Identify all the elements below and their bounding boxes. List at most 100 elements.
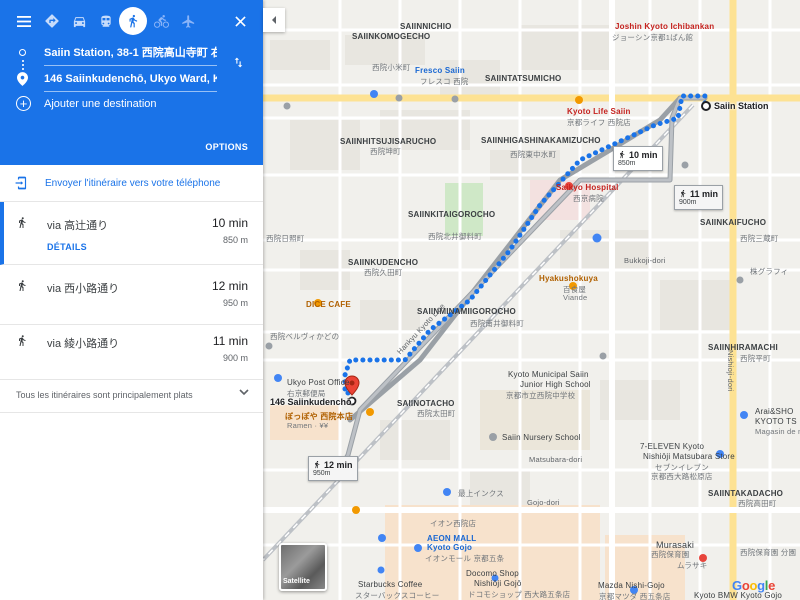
- poi-label[interactable]: Ramen · ¥¥: [287, 421, 328, 430]
- walk-icon: [620, 151, 625, 159]
- directions-panel: Saiin Station, 38-1 西院高山寺町 右京区 146 Saiin…: [0, 0, 263, 600]
- poi-label[interactable]: 西京病院: [573, 193, 604, 204]
- add-destination-button[interactable]: + Ajouter une destination: [16, 96, 157, 111]
- poi-label[interactable]: Viande: [563, 293, 587, 302]
- poi-label[interactable]: Hyakushokuya: [539, 274, 598, 283]
- poi-label[interactable]: 最上インクス: [458, 488, 504, 499]
- route-callout-alt[interactable]: 11 min 900m: [674, 185, 724, 210]
- collapse-panel-button[interactable]: [263, 8, 285, 32]
- menu-icon: [17, 15, 31, 27]
- route-option[interactable]: via 綾小路通り 11 min 900 m: [0, 320, 263, 380]
- map-label-neighborhood: SAIINKUDENCHO: [348, 258, 419, 267]
- poi-label[interactable]: Starbucks Coffee: [358, 580, 422, 589]
- origin-marker[interactable]: [701, 101, 711, 111]
- poi-label[interactable]: Kyoto Gojo: [427, 543, 472, 552]
- street-label: Nishioji-dori: [726, 350, 735, 392]
- map-label-jp: 西院東中水町: [510, 150, 557, 159]
- swap-icon[interactable]: [232, 55, 245, 70]
- map-label-jp: 西院日照町: [266, 234, 305, 243]
- travel-mode-best[interactable]: [38, 7, 66, 35]
- poi-label[interactable]: スターバックスコーヒー: [355, 590, 439, 600]
- poi-label[interactable]: ムラサキ: [677, 560, 707, 571]
- route-details-link[interactable]: DÉTAILS: [47, 242, 87, 252]
- chevron-down-icon: [239, 389, 249, 396]
- poi-label[interactable]: 西院保育園: [651, 549, 690, 560]
- walk-icon: [129, 14, 138, 28]
- poi-label[interactable]: Saiin Nursery School: [502, 433, 581, 442]
- poi-label[interactable]: Saikyo Hospital: [556, 183, 619, 192]
- origin-label[interactable]: Saiin Station: [714, 101, 769, 111]
- travel-mode-transit[interactable]: [92, 7, 120, 35]
- close-directions-button[interactable]: [226, 7, 254, 35]
- poi-label[interactable]: Mazda Nishi-Gojo: [598, 581, 665, 590]
- walk-icon: [681, 190, 686, 198]
- destination-label[interactable]: 146 Saiinkudenchō: [270, 397, 352, 407]
- route-callout-selected[interactable]: 10 min 850m: [613, 146, 663, 171]
- map-label-neighborhood: SAIINTAKADACHO: [708, 489, 784, 498]
- map-label-jp: 西院平町: [740, 354, 771, 363]
- street-label: Matsubara-dori: [529, 455, 583, 464]
- poi-label[interactable]: AEON MALL: [427, 534, 476, 543]
- poi-label[interactable]: 京都西大路松原店: [651, 471, 713, 482]
- poi-label[interactable]: Murasaki: [656, 540, 694, 550]
- poi-label[interactable]: Junior High School: [520, 380, 591, 389]
- send-to-phone-label: Envoyer l'itinéraire vers votre téléphon…: [45, 177, 221, 189]
- map-label-jp: 西院三蔵町: [740, 234, 779, 243]
- route-via: via 西小路通り: [47, 283, 120, 295]
- map-label-jp: 西院坤町: [370, 147, 401, 156]
- travel-mode-walk[interactable]: [119, 7, 147, 35]
- poi-label[interactable]: Kyoto Municipal Saiin: [508, 370, 589, 379]
- diamond-arrow-icon: [45, 14, 59, 28]
- destination-input[interactable]: 146 Saiinkudenchō, Ukyo Ward, Kyoto, 6: [44, 66, 217, 92]
- poi-label[interactable]: Kyoto Life Saiin: [567, 107, 631, 116]
- poi-label[interactable]: 株グラフィ: [750, 266, 788, 277]
- walk-icon: [19, 280, 26, 291]
- route-time: 11 min: [212, 334, 248, 348]
- map-label-neighborhood: SAIINHIRAMACHI: [708, 343, 778, 352]
- poi-label[interactable]: イオンモール 京都五条: [425, 553, 504, 564]
- poi-label[interactable]: 京都ライフ 西院店: [567, 117, 631, 128]
- car-icon: [73, 16, 85, 27]
- poi-label[interactable]: Joshin Kyoto Ichibankan: [615, 22, 714, 31]
- poi-label[interactable]: ジョーシン京都1ばん館: [612, 32, 693, 43]
- poi-label[interactable]: DICE CAFE: [306, 300, 351, 309]
- poi-label[interactable]: 西院保育園 分園: [740, 547, 796, 558]
- poi-label[interactable]: フレスコ 西院: [420, 76, 468, 87]
- airplane-icon: [181, 14, 194, 28]
- map-label-jp: 西院小米町: [372, 63, 411, 72]
- satellite-toggle[interactable]: Satellite: [279, 543, 327, 591]
- travel-mode-bike[interactable]: [147, 7, 175, 35]
- send-to-phone-button[interactable]: Envoyer l'itinéraire vers votre téléphon…: [0, 165, 263, 202]
- close-icon: [234, 15, 246, 27]
- poi-label[interactable]: ドコモショップ 西大路五条店: [468, 589, 570, 600]
- route-distance: 900 m: [222, 353, 248, 363]
- poi-label[interactable]: KYOTO TS: [755, 417, 797, 426]
- walk-icon: [315, 461, 320, 469]
- poi-label[interactable]: 西院ベルヴィかどの: [270, 331, 339, 342]
- travel-mode-flight[interactable]: [174, 7, 202, 35]
- origin-input[interactable]: Saiin Station, 38-1 西院高山寺町 右京区: [44, 40, 217, 66]
- map-label-neighborhood: SAIINOTACHO: [397, 399, 455, 408]
- map-label-neighborhood: SAIINKAIFUCHO: [700, 218, 767, 227]
- poi-label[interactable]: Docomo Shop: [466, 569, 519, 578]
- destination-pin-icon: [17, 72, 28, 86]
- poi-label[interactable]: Ukyo Post Office: [287, 378, 350, 387]
- poi-label[interactable]: 京都市立西院中学校: [506, 390, 575, 401]
- poi-label[interactable]: Nishiōji Matsubara Store: [643, 452, 735, 461]
- poi-label[interactable]: Magasin de ni: [755, 427, 800, 436]
- map-label-jp: 西院南井御料町: [470, 319, 524, 328]
- route-option[interactable]: via 西小路通り 12 min 950 m: [0, 265, 263, 325]
- menu-button[interactable]: [10, 7, 38, 35]
- options-button[interactable]: OPTIONS: [205, 142, 248, 152]
- route-option[interactable]: via 高辻通り 10 min 850 m DÉTAILS: [0, 202, 263, 265]
- poi-label[interactable]: 7-ELEVEN Kyoto: [640, 442, 704, 451]
- poi-label[interactable]: Nishiōji Gojō: [474, 579, 522, 588]
- poi-label[interactable]: イオン西院店: [430, 518, 476, 529]
- travel-mode-drive[interactable]: [65, 7, 93, 35]
- poi-label[interactable]: Arai&SHO: [755, 407, 794, 416]
- route-callout-alt[interactable]: 12 min 950m: [308, 456, 358, 481]
- terrain-note[interactable]: Tous les itinéraires sont principalement…: [0, 375, 263, 413]
- map-label-jp: 西院太田町: [417, 409, 456, 418]
- poi-label[interactable]: Fresco Saiin: [415, 66, 465, 75]
- poi-label[interactable]: 京都マツダ 西五条店: [599, 591, 671, 600]
